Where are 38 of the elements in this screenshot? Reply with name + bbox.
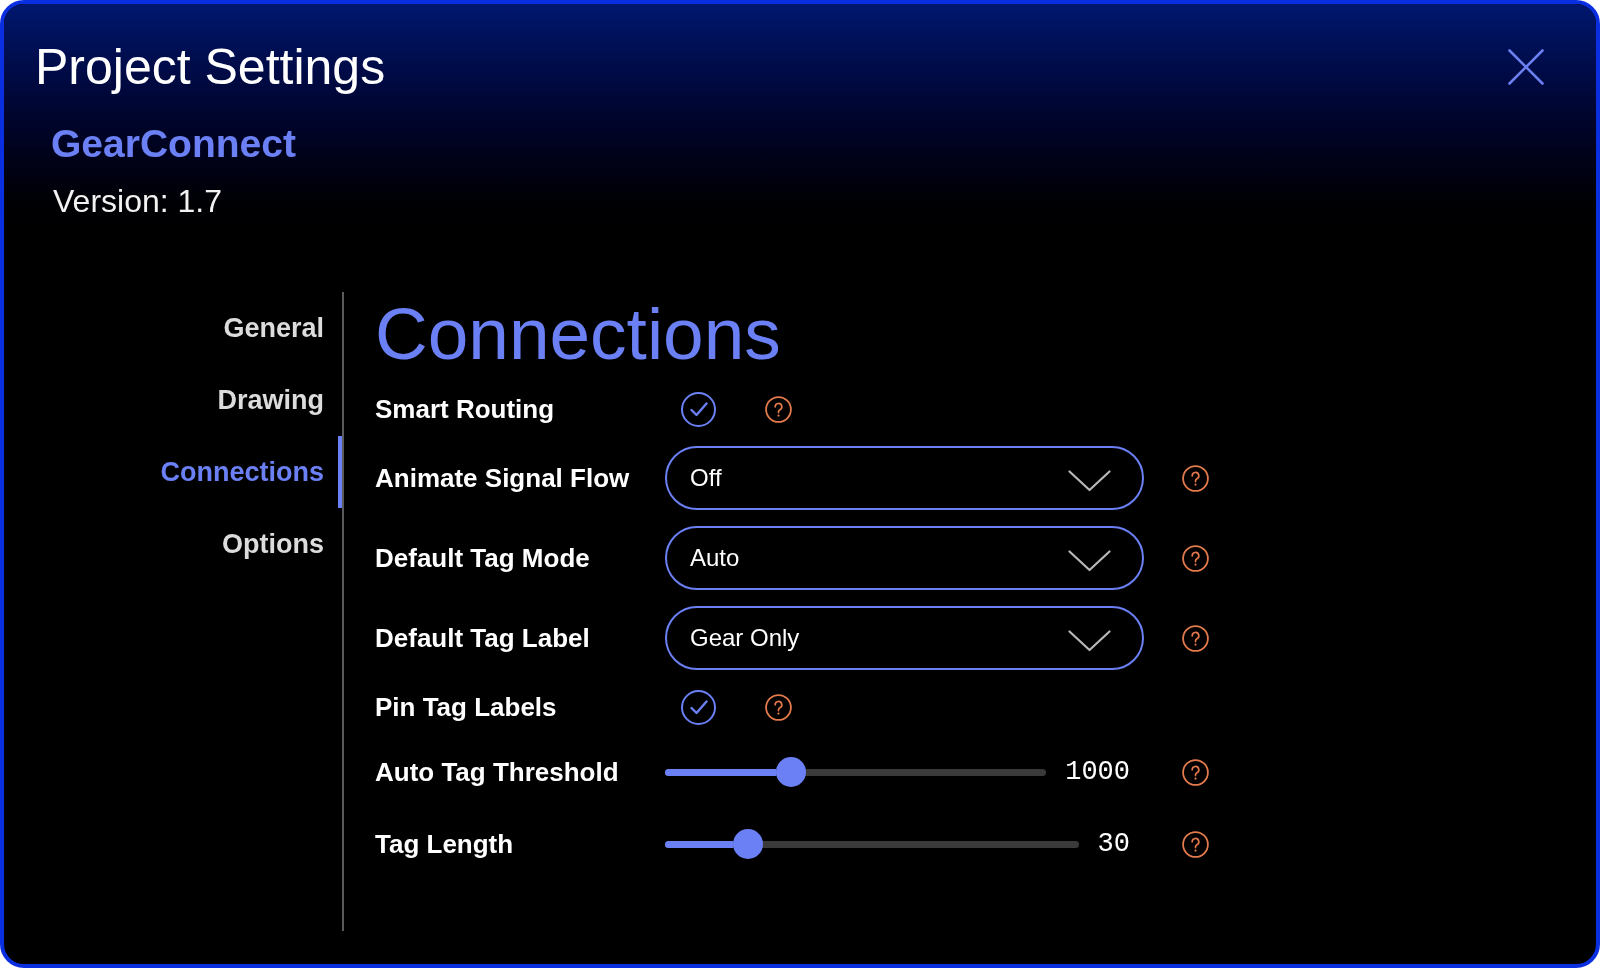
slider-value: 1000 <box>1065 758 1130 786</box>
slider-value: 30 <box>1097 830 1130 858</box>
section-heading: Connections <box>375 297 781 370</box>
close-icon <box>1508 49 1544 85</box>
setting-label: Smart Routing <box>375 396 556 422</box>
help-icon[interactable] <box>1182 624 1209 652</box>
slider-thumb[interactable] <box>732 829 763 859</box>
sidebar-tab[interactable]: Options <box>202 508 342 580</box>
window-title: Project Settings <box>35 42 386 92</box>
sidebar-tab[interactable]: General <box>203 292 342 364</box>
chevron-down-icon <box>1068 550 1111 572</box>
chevron-down-icon <box>1068 470 1111 492</box>
help-icon[interactable] <box>765 395 792 423</box>
check-icon <box>689 401 708 417</box>
help-icon[interactable] <box>765 693 792 721</box>
check-icon <box>689 699 708 715</box>
setting-label: Tag Length <box>375 831 515 857</box>
help-icon[interactable] <box>1182 830 1209 858</box>
help-icon[interactable] <box>1182 464 1209 492</box>
help-icon[interactable] <box>1182 758 1209 786</box>
setting-label: Animate Signal Flow <box>375 465 631 491</box>
chevron-down-icon <box>1068 630 1111 652</box>
project-name: GearConnect <box>51 124 296 163</box>
setting-label: Default Tag Label <box>375 625 591 651</box>
project-version: Version: 1.7 <box>53 185 222 217</box>
setting-label: Auto Tag Threshold <box>375 759 620 785</box>
dropdown[interactable]: Gear Only <box>665 606 1144 670</box>
checkbox[interactable] <box>681 391 716 427</box>
dropdown[interactable]: Auto <box>665 526 1144 590</box>
slider-thumb[interactable] <box>775 757 806 787</box>
sidebar-tab[interactable]: Connections <box>140 436 342 508</box>
close-button[interactable] <box>1508 49 1544 85</box>
sidebar-tab[interactable]: Drawing <box>197 364 342 436</box>
checkbox[interactable] <box>681 689 716 725</box>
setting-label: Default Tag Mode <box>375 545 591 571</box>
setting-label: Pin Tag Labels <box>375 694 558 720</box>
help-icon[interactable] <box>1182 544 1209 572</box>
dropdown[interactable]: Off <box>665 446 1144 510</box>
